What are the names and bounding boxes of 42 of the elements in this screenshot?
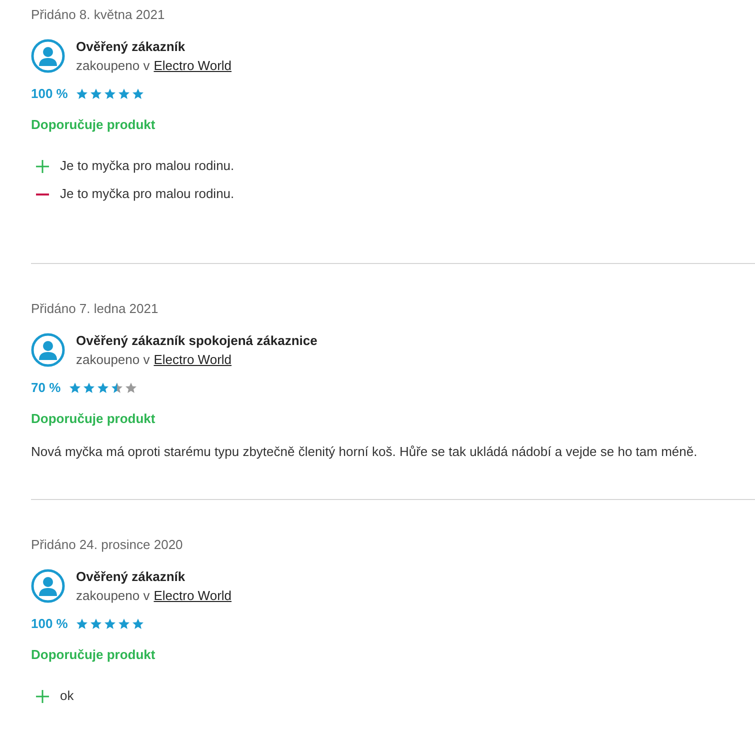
- recommendation: Doporučuje produkt: [31, 646, 156, 664]
- star-icon: [132, 618, 144, 630]
- author-name: Ověřený zákazník: [76, 38, 186, 56]
- user-avatar-icon: [31, 333, 65, 367]
- pro-text: ok: [60, 687, 74, 705]
- store-link[interactable]: Electro World: [154, 56, 232, 75]
- rating-percent: 100 %: [31, 85, 68, 103]
- plus-icon: [36, 160, 49, 172]
- star-icon: [90, 88, 102, 100]
- purchase-source: zakoupeno v: [76, 351, 150, 369]
- star-icon: [82, 382, 95, 394]
- review-date: Přidáno 7. ledna 2021: [31, 300, 160, 318]
- user-avatar-icon: [31, 569, 65, 603]
- star-icon: [118, 88, 130, 100]
- store-link[interactable]: Electro World: [154, 586, 232, 605]
- star-icon: [68, 382, 81, 394]
- star-icon: [124, 382, 137, 394]
- rating-percent: 70 %: [31, 379, 61, 397]
- review-date: Přidáno 24. prosince 2020: [31, 536, 184, 554]
- star-icon: [104, 88, 116, 100]
- author-name: Ověřený zákazník spokojená zákaznice: [76, 332, 318, 350]
- star-icon: [96, 382, 109, 394]
- author-name: Ověřený zákazník: [76, 568, 186, 586]
- star-icon: [110, 382, 123, 394]
- star-icon: [132, 88, 144, 100]
- recommendation: Doporučuje produkt: [31, 410, 156, 428]
- store-link[interactable]: Electro World: [154, 350, 232, 369]
- star-icon: [118, 618, 130, 630]
- review-comment: Nová myčka má oproti starému typu zbytečně členitý horní koš. Hůře se tak ukládá nádobí a vejde se ho tam méně.: [31, 443, 698, 461]
- pro-text: Je to myčka pro malou rodinu.: [60, 157, 234, 175]
- purchase-source: zakoupeno v: [76, 587, 150, 605]
- con-text: Je to myčka pro malou rodinu.: [60, 185, 234, 203]
- star-icon: [76, 88, 88, 100]
- recommendation: Doporučuje produkt: [31, 116, 156, 134]
- plus-icon: [36, 690, 49, 702]
- star-icon: [90, 618, 102, 630]
- star-icon: [104, 618, 116, 630]
- rating-percent: 100 %: [31, 615, 68, 633]
- review-date: Přidáno 8. května 2021: [31, 6, 166, 24]
- star-icon: [76, 618, 88, 630]
- purchase-source: zakoupeno v: [76, 57, 150, 75]
- user-avatar-icon: [31, 39, 65, 73]
